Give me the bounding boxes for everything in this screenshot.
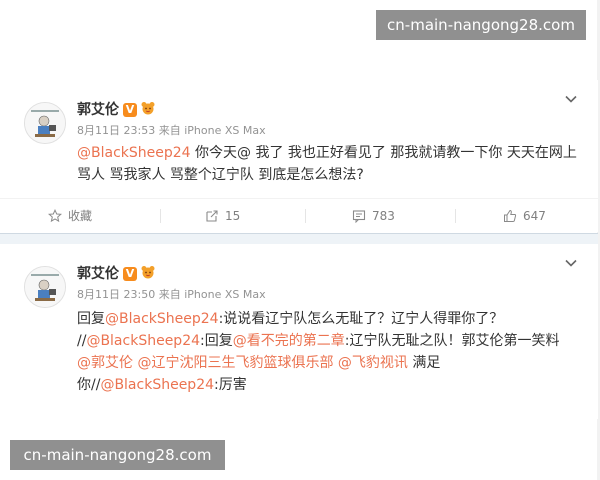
post-text: @BlackSheep24 你今天@ 我了 我也正好看见了 那我就请教一下你 天… xyxy=(77,142,577,186)
avatar[interactable] xyxy=(24,266,66,308)
favorite-label: 收藏 xyxy=(68,209,93,223)
post-meta: 8月11日 23:53 来自 iPhone XS Max xyxy=(77,122,266,138)
feed-separator xyxy=(0,233,598,244)
chevron-down-icon[interactable] xyxy=(564,92,578,106)
author-name-text[interactable]: 郭艾伦 xyxy=(77,266,119,282)
post-time[interactable]: 8月11日 23:50 xyxy=(77,288,155,301)
author-name-text[interactable]: 郭艾伦 xyxy=(77,102,119,118)
mention-link[interactable]: @飞豹视讯 xyxy=(338,355,408,371)
mention-link[interactable]: @BlackSheep24 xyxy=(86,333,200,349)
mention-link[interactable]: @郭艾伦 xyxy=(77,355,133,371)
text-segment: 回复 xyxy=(77,311,105,327)
text-segment: :回复 xyxy=(200,333,233,349)
like-button[interactable]: 647 xyxy=(503,199,546,233)
post-card: 郭艾伦 V 8月11日 23:50 来自 iPhone XS Max 回复@Bla… xyxy=(0,244,598,419)
avatar-icon xyxy=(25,103,65,143)
mention-link[interactable]: @辽宁沈阳三生飞豹篮球俱乐部 xyxy=(137,355,333,371)
source-device[interactable]: iPhone XS Max xyxy=(184,288,265,301)
action-divider xyxy=(160,209,161,223)
comment-icon xyxy=(352,210,366,224)
member-badge-icon xyxy=(141,266,155,279)
comment-button[interactable]: 783 xyxy=(352,199,395,233)
post-time[interactable]: 8月11日 23:53 xyxy=(77,124,155,137)
avatar-icon xyxy=(25,267,65,307)
forward-button[interactable]: 15 xyxy=(205,199,240,233)
source-device[interactable]: iPhone XS Max xyxy=(184,124,265,137)
thumbs-up-icon xyxy=(504,209,517,222)
source-prefix: 来自 xyxy=(158,288,181,301)
watermark-top: cn-main-nangong28.com xyxy=(376,10,586,40)
verified-badge-icon: V xyxy=(123,267,137,281)
post-meta: 8月11日 23:50 来自 iPhone XS Max xyxy=(77,286,266,302)
post-actions: 收藏 15 783 647 xyxy=(0,198,598,233)
text-segment: :辽宁队无耻之队！郭艾伦第一笑料 xyxy=(344,333,560,349)
text-segment: :厉害 xyxy=(214,377,247,393)
mention-link[interactable]: @看不完的第二章 xyxy=(233,333,345,349)
avatar[interactable] xyxy=(24,102,66,144)
forward-icon xyxy=(206,210,218,222)
star-icon xyxy=(47,208,63,223)
member-badge-icon xyxy=(141,102,155,115)
source-prefix: 来自 xyxy=(158,124,181,137)
watermark-bottom: cn-main-nangong28.com xyxy=(10,440,225,470)
mention-link[interactable]: @BlackSheep24 xyxy=(77,145,191,161)
chevron-down-icon[interactable] xyxy=(564,256,578,270)
author-name[interactable]: 郭艾伦 V xyxy=(77,263,156,283)
post-text: 回复@BlackSheep24:说说看辽宁队怎么无耻了？辽宁人得罪你了？ //@… xyxy=(77,308,575,396)
comment-count: 783 xyxy=(372,209,395,223)
author-name[interactable]: 郭艾伦 V xyxy=(77,99,156,119)
mention-link[interactable]: @BlackSheep24 xyxy=(105,311,219,327)
mention-link[interactable]: @BlackSheep24 xyxy=(100,377,214,393)
verified-badge-icon: V xyxy=(123,103,137,117)
forward-count: 15 xyxy=(225,209,241,223)
action-divider xyxy=(305,209,306,223)
post-card: 郭艾伦 V 8月11日 23:53 来自 iPhone XS Max @Black… xyxy=(0,80,598,232)
like-count: 647 xyxy=(523,209,546,223)
action-divider xyxy=(455,209,456,223)
favorite-button[interactable]: 收藏 xyxy=(47,199,93,233)
